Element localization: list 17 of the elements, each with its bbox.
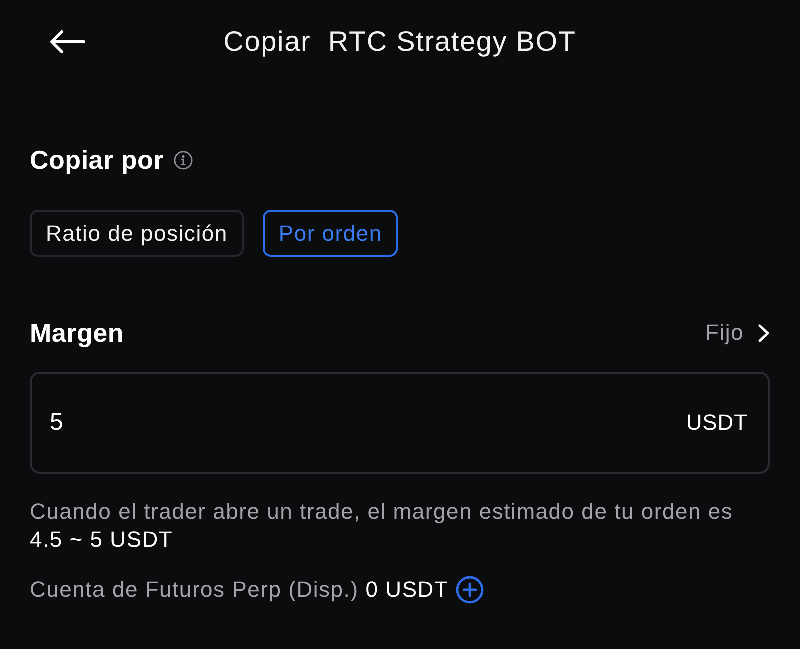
margin-mode-link[interactable]: Fijo: [705, 319, 770, 347]
input-value: 5: [50, 408, 64, 438]
copy-mode-option[interactable]: Ratio de posición: [30, 210, 244, 257]
account-label: Cuenta de Futuros Perp (Disp.): [30, 576, 359, 604]
chevron-right-icon: [758, 324, 770, 342]
margin-input[interactable]: 5 USDT: [30, 372, 770, 474]
info-icon[interactable]: [174, 150, 194, 170]
section-title: Margen: [30, 317, 124, 349]
section-title: Copiar por: [30, 144, 164, 176]
account-balance: 0 USDT: [366, 576, 449, 604]
page-title: Copiar RTC Strategy BOT: [224, 25, 576, 59]
back-arrow-icon: [50, 30, 86, 54]
estimated-margin: 4.5 ~ 5 USDT: [30, 526, 174, 554]
unit-label: USDT: [686, 409, 748, 437]
copy-mode-option[interactable]: Por orden: [262, 210, 398, 257]
hint-text: Cuando el trader abre un trade, el margen estimado de tu orden es: [30, 498, 734, 526]
add-circle-icon[interactable]: [456, 576, 484, 604]
